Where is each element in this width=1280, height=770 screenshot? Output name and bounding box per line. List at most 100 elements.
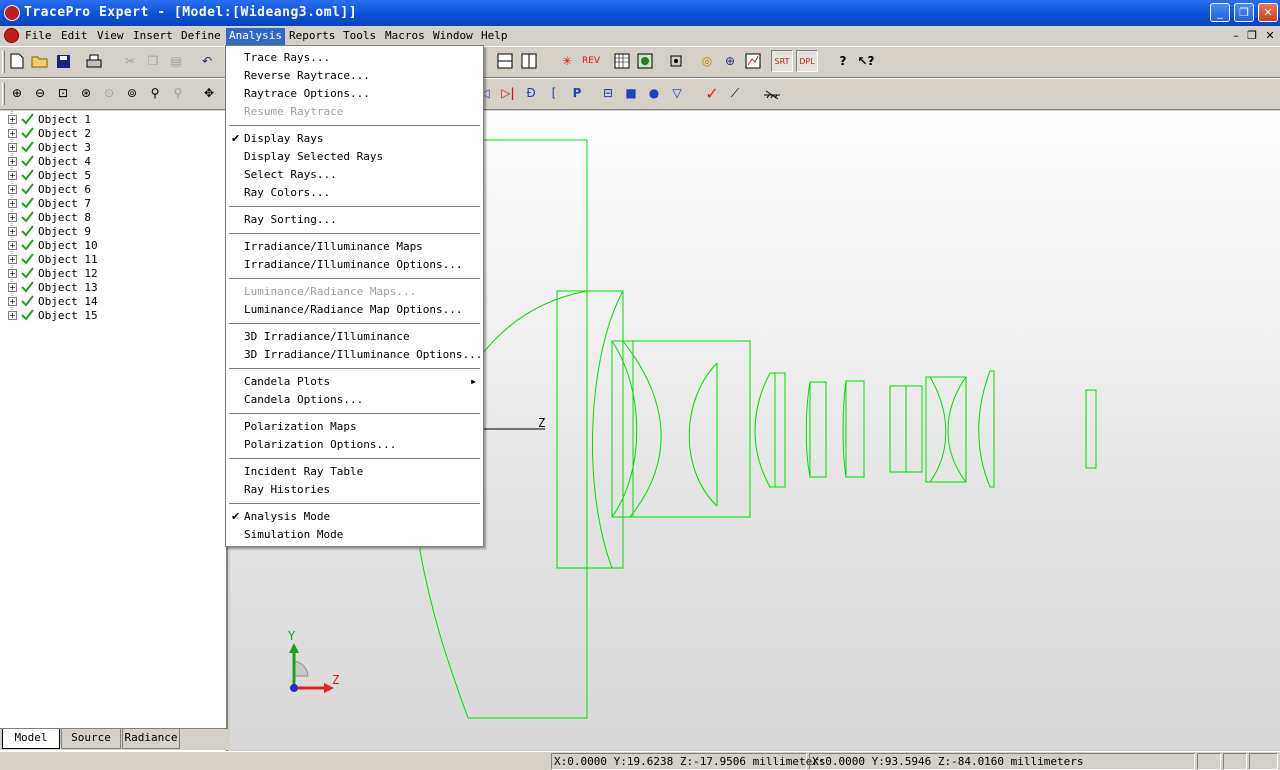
menu-item-irradiance-illuminance-options[interactable]: Irradiance/Illuminance Options...	[227, 256, 482, 274]
bracket-icon[interactable]: [	[543, 82, 565, 104]
zoom-previous-icon[interactable]: ⊙	[98, 82, 120, 104]
mdi-close-button[interactable]: ✕	[1262, 29, 1278, 43]
expand-icon[interactable]: +	[8, 310, 17, 320]
irradiance-map-icon[interactable]	[611, 50, 633, 72]
mirror-icon[interactable]: Ð	[520, 82, 542, 104]
menu-item-ray-histories[interactable]: Ray Histories	[227, 481, 482, 499]
tree-item[interactable]: + Object 2	[8, 126, 91, 140]
expand-icon[interactable]: +	[8, 114, 17, 124]
expand-icon[interactable]: +	[8, 156, 17, 166]
menu-item-luminance-radiance-maps[interactable]: Luminance/Radiance Maps...	[227, 283, 482, 301]
menu-item-incident-ray-table[interactable]: Incident Ray Table	[227, 463, 482, 481]
tree-item[interactable]: + Object 4	[8, 154, 91, 168]
tree-item[interactable]: + Object 11	[8, 252, 98, 266]
menu-analysis[interactable]: Analysis	[226, 28, 285, 45]
menu-item-polarization-options[interactable]: Polarization Options...	[227, 436, 482, 454]
expand-icon[interactable]: +	[8, 128, 17, 138]
menu-item-luminance-radiance-map-options[interactable]: Luminance/Radiance Map Options...	[227, 301, 482, 319]
menu-item-ray-colors[interactable]: Ray Colors...	[227, 184, 482, 202]
menu-item-3d-irradiance-illuminance[interactable]: 3D Irradiance/Illuminance	[227, 328, 482, 346]
zoom-object-icon[interactable]: ⚲	[144, 82, 166, 104]
tab-source[interactable]: Source	[61, 729, 121, 749]
property-icon[interactable]: P	[566, 82, 588, 104]
verify-icon[interactable]: ✓	[701, 82, 723, 104]
app-icon[interactable]	[4, 5, 20, 21]
split-horizontal-icon[interactable]	[494, 50, 516, 72]
candela-plot-icon[interactable]	[634, 50, 656, 72]
restore-button[interactable]: ❐	[1234, 3, 1254, 22]
reverse-raytrace-icon[interactable]: REV	[580, 50, 602, 72]
pan-icon[interactable]: ✥	[198, 82, 220, 104]
help-icon[interactable]: ?	[832, 50, 854, 72]
display-selected-icon[interactable]: DPL	[796, 50, 818, 72]
tree-item[interactable]: + Object 5	[8, 168, 91, 182]
menu-item-trace-rays[interactable]: Trace Rays...	[227, 49, 482, 67]
new-file-icon[interactable]	[6, 50, 28, 72]
expand-icon[interactable]: +	[8, 268, 17, 278]
source-icon[interactable]: ◎	[696, 50, 718, 72]
menu-macros[interactable]: Macros	[382, 28, 428, 45]
open-folder-icon[interactable]	[29, 50, 51, 72]
menu-item-display-selected-rays[interactable]: Display Selected Rays	[227, 148, 482, 166]
menu-item-reverse-raytrace[interactable]: Reverse Raytrace...	[227, 67, 482, 85]
measure-icon[interactable]: ⟋	[724, 82, 746, 104]
zoom-selection-icon[interactable]: ⊚	[121, 82, 143, 104]
menu-file[interactable]: File	[22, 28, 55, 45]
cut-icon[interactable]: ✂	[119, 50, 141, 72]
menu-item-candela-options[interactable]: Candela Options...	[227, 391, 482, 409]
context-help-icon[interactable]: ↖?	[855, 50, 877, 72]
mdi-minimize-button[interactable]: –	[1228, 29, 1244, 43]
tree-item[interactable]: + Object 13	[8, 280, 98, 294]
menu-help[interactable]: Help	[478, 28, 511, 45]
menu-item-simulation-mode[interactable]: Simulation Mode	[227, 526, 482, 544]
menu-item-raytrace-options[interactable]: Raytrace Options...	[227, 85, 482, 103]
expand-icon[interactable]: +	[8, 142, 17, 152]
display-rays-icon[interactable]: SRT	[771, 50, 793, 72]
expand-icon[interactable]: +	[8, 254, 17, 264]
save-icon[interactable]	[52, 50, 74, 72]
undo-icon[interactable]: ↶	[196, 50, 218, 72]
toolbar-grip[interactable]	[2, 51, 5, 73]
prism-icon[interactable]: ▷|	[497, 82, 519, 104]
tree-item[interactable]: + Object 15	[8, 308, 98, 322]
menu-item-select-rays[interactable]: Select Rays...	[227, 166, 482, 184]
target-icon[interactable]	[665, 50, 687, 72]
menu-reports[interactable]: Reports	[286, 28, 338, 45]
menu-item-irradiance-illuminance-maps[interactable]: Irradiance/Illuminance Maps	[227, 238, 482, 256]
surface-icon[interactable]	[761, 82, 783, 104]
solid-square-icon[interactable]: ■	[620, 82, 642, 104]
block-icon[interactable]: ⊟	[597, 82, 619, 104]
menu-edit[interactable]: Edit	[58, 28, 91, 45]
zoom-in-icon[interactable]: ⊕	[6, 82, 28, 104]
print-icon[interactable]	[83, 50, 105, 72]
tab-radiance[interactable]: Radiance	[122, 729, 180, 749]
tree-item[interactable]: + Object 6	[8, 182, 91, 196]
expand-icon[interactable]: +	[8, 240, 17, 250]
split-vertical-icon[interactable]	[518, 50, 540, 72]
menu-view[interactable]: View	[94, 28, 127, 45]
paste-icon[interactable]: ▤	[165, 50, 187, 72]
document-icon[interactable]	[4, 28, 19, 43]
menu-item-3d-irradiance-illuminance-options[interactable]: 3D Irradiance/Illuminance Options...	[227, 346, 482, 364]
tree-item[interactable]: + Object 12	[8, 266, 98, 280]
menu-item-display-rays[interactable]: ✔ Display Rays	[227, 130, 482, 148]
expand-icon[interactable]: +	[8, 198, 17, 208]
menu-item-analysis-mode[interactable]: ✔ Analysis Mode	[227, 508, 482, 526]
expand-icon[interactable]: +	[8, 282, 17, 292]
tree-item[interactable]: + Object 1	[8, 112, 91, 126]
tree-item[interactable]: + Object 3	[8, 140, 91, 154]
crosshair-icon[interactable]: ⊕	[719, 50, 741, 72]
menu-window[interactable]: Window	[430, 28, 476, 45]
menu-item-candela-plots[interactable]: Candela Plots ▶	[227, 373, 482, 391]
expand-icon[interactable]: +	[8, 170, 17, 180]
plot-icon[interactable]	[742, 50, 764, 72]
expand-icon[interactable]: +	[8, 212, 17, 222]
sphere-icon[interactable]: ●	[643, 82, 665, 104]
toolbar-grip[interactable]	[2, 83, 5, 105]
zoom-all-icon[interactable]: ⊛	[75, 82, 97, 104]
tree-item[interactable]: + Object 8	[8, 210, 91, 224]
tab-model[interactable]: Model	[2, 729, 60, 749]
tree-item[interactable]: + Object 14	[8, 294, 98, 308]
trace-rays-icon[interactable]: ✳	[556, 50, 578, 72]
zoom-disabled-icon[interactable]: ⚲	[167, 82, 189, 104]
